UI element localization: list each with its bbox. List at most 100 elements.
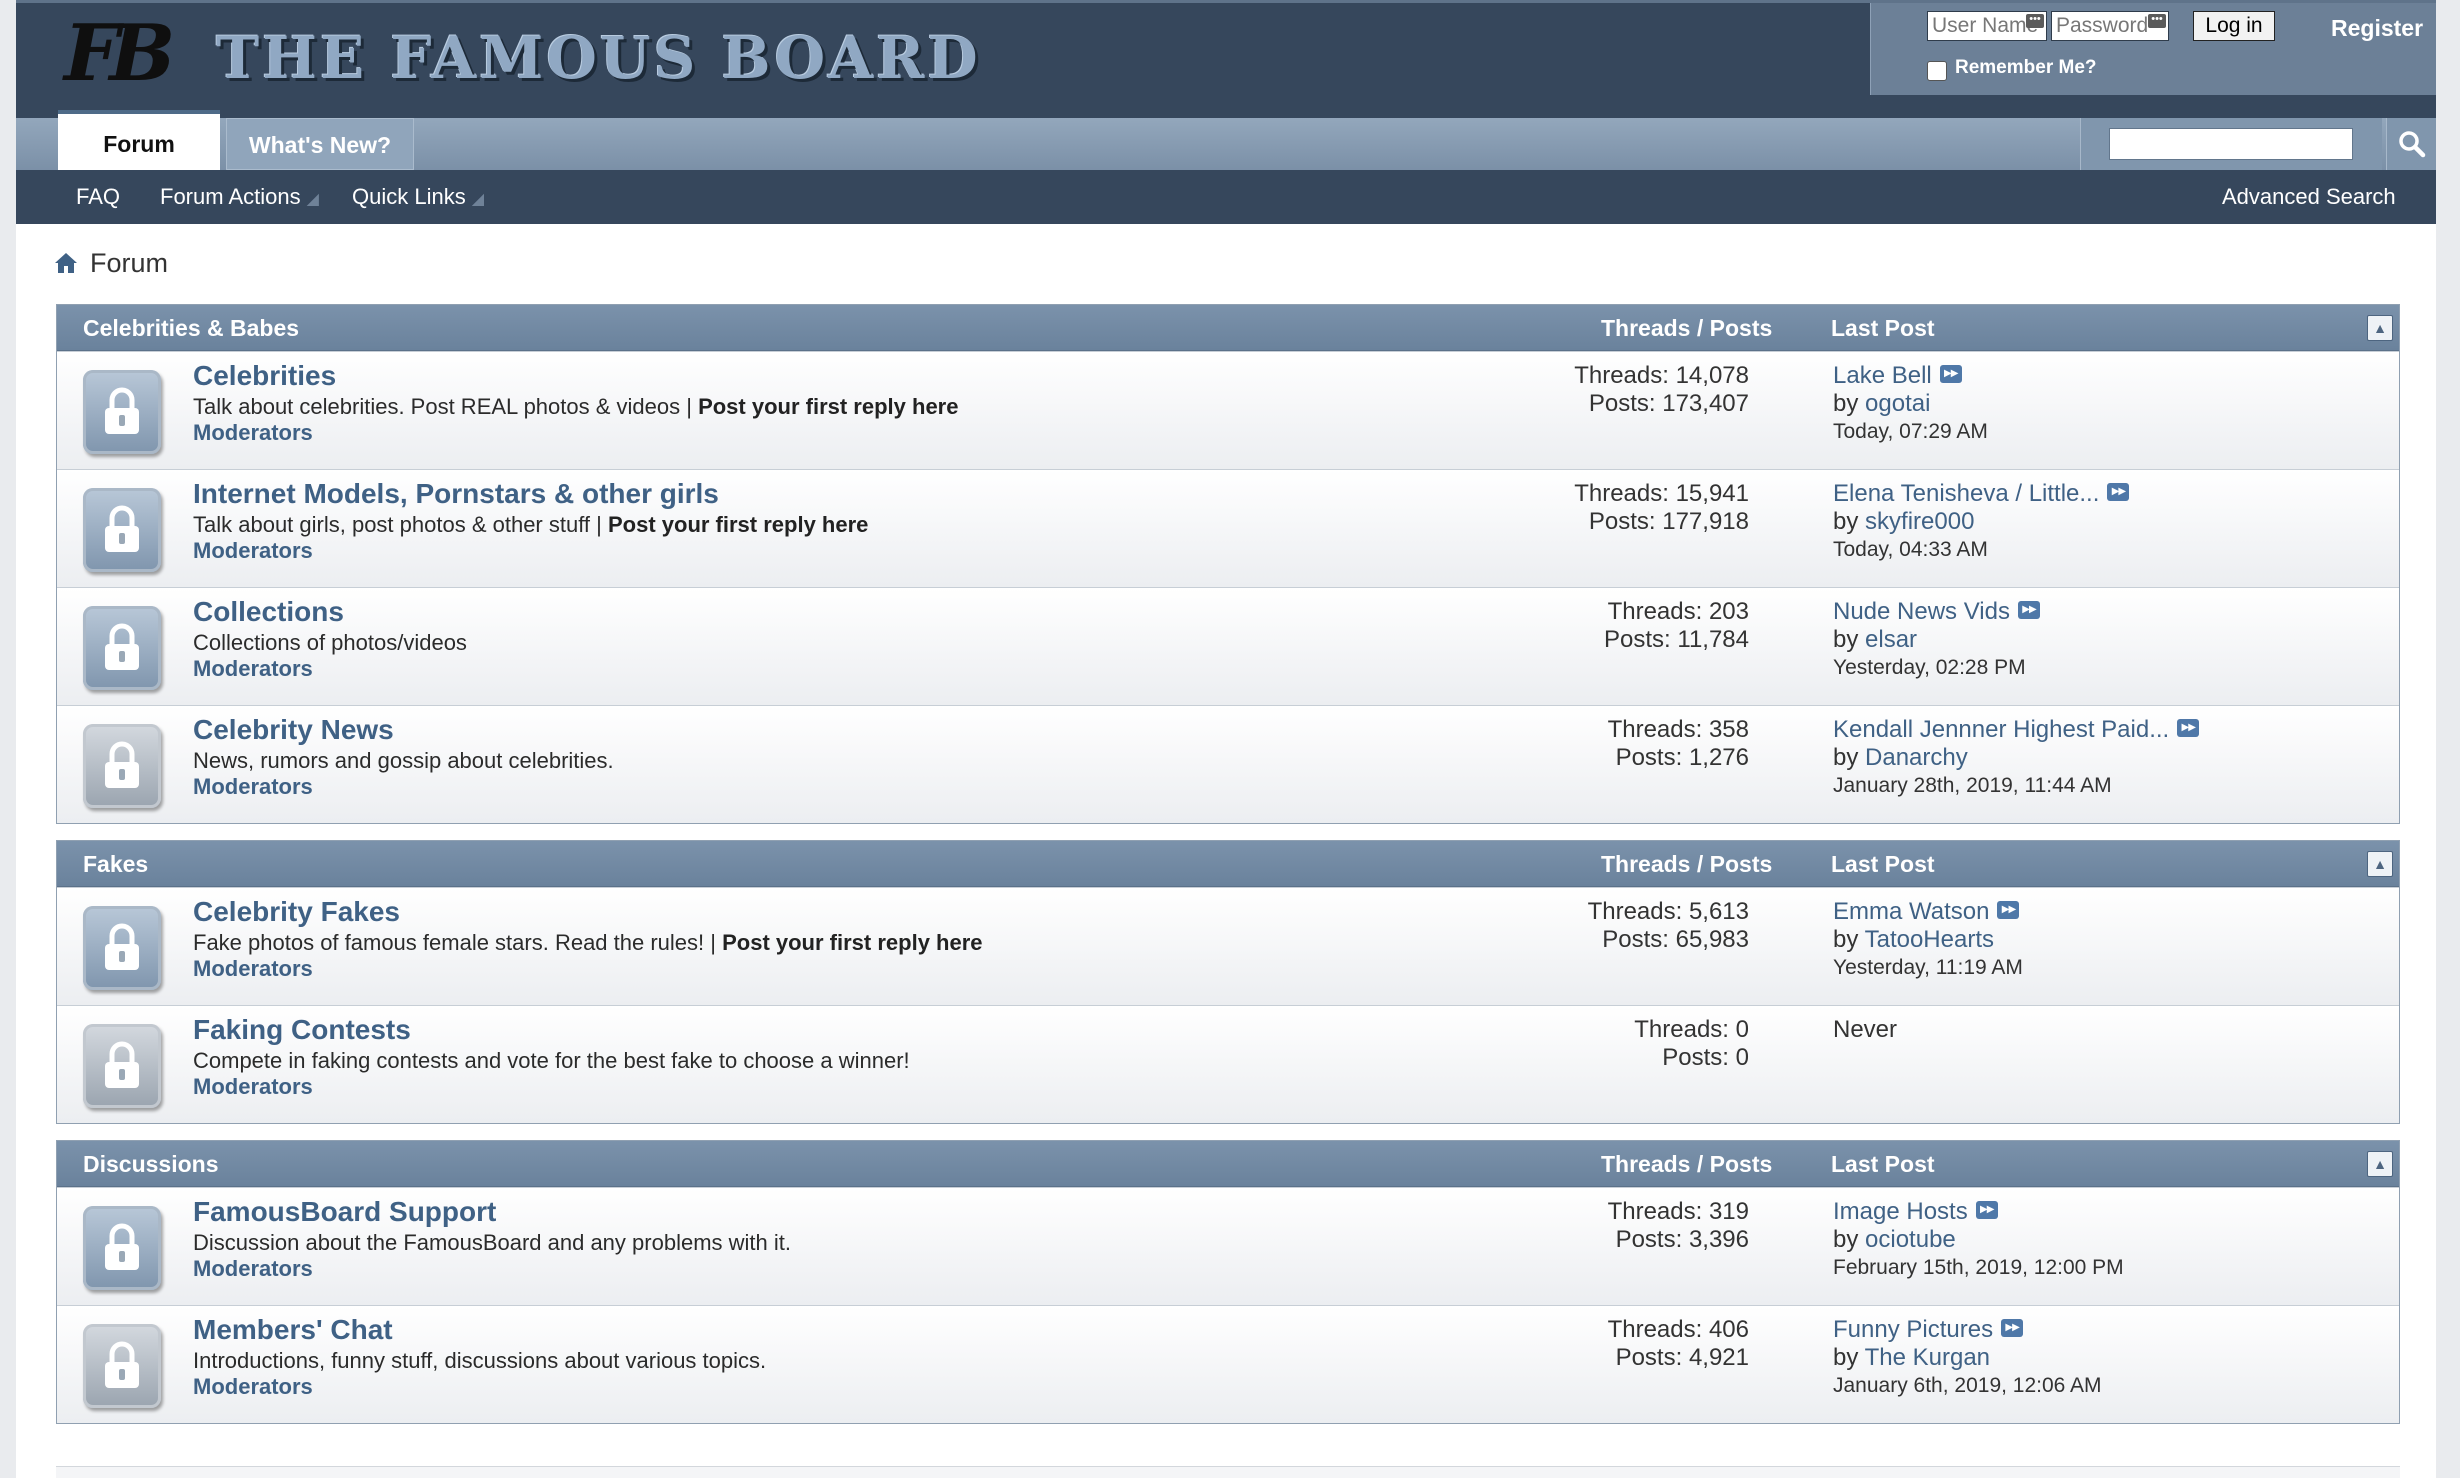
remember-me-checkbox[interactable] [1927,61,1947,81]
nav-advanced-search-label: Advanced Search [2222,184,2396,209]
forum-title-link[interactable]: Celebrity News [193,714,394,746]
go-to-post-icon[interactable]: ▶▶ [1975,1200,1998,1219]
last-post-user-link[interactable]: TatooHearts [1865,926,1994,953]
moderators-link[interactable]: Moderators [193,1256,313,1282]
forum-title-link[interactable]: Internet Models, Pornstars & other girls [193,478,719,510]
forum-status-icon [83,488,161,572]
last-post-thread-link[interactable]: Emma Watson [1833,898,1989,925]
last-post-thread-link[interactable]: Funny Pictures [1833,1316,1993,1343]
forum-title-link[interactable]: Celebrities [193,360,336,392]
forum-title-link[interactable]: Collections [193,596,344,628]
forum-row: Celebrity Fakes Fake photos of famous fem… [57,887,2399,1005]
forum-stats: Threads: 15,941 Posts: 177,918 [1574,480,1749,536]
breadcrumb-forum[interactable]: Forum [90,248,168,278]
password-field[interactable]: Password ••• [2051,11,2169,41]
first-reply-link[interactable]: Post your first reply here [698,394,958,419]
thread-count: Threads: 358 [1607,716,1749,743]
forum-description: Discussion about the FamousBoard and any… [193,1230,791,1256]
thread-count: Threads: 203 [1607,598,1749,625]
moderators-link[interactable]: Moderators [193,656,313,682]
last-post-thread-link[interactable]: Kendall Jennner Highest Paid... [1833,716,2169,743]
site-header: FB THE FAMOUS BOARD User Name ••• Passwo… [16,0,2436,118]
forum-stats: Threads: 203 Posts: 11,784 [1604,598,1749,654]
last-post: Nude News Vids ▶▶ by elsar Yesterday, 02:28… [1833,598,2040,682]
last-post-user-link[interactable]: ociotube [1865,1226,1956,1253]
post-count: Posts: 1,276 [1615,744,1749,771]
moderators-link[interactable]: Moderators [193,956,313,982]
forum-description-text: News, rumors and gossip about celebritie… [193,748,614,773]
collapse-icon[interactable]: ▲ [2367,851,2393,877]
forum-title-link[interactable]: FamousBoard Support [193,1196,496,1228]
last-post-by-label: by [1833,744,1859,771]
forum-description-text: Talk about girls, post photos & other st… [193,512,608,537]
site-logo-mark[interactable]: FB [64,11,184,97]
lock-icon [105,623,139,670]
go-to-post-icon[interactable]: ▶▶ [2177,718,2200,737]
nav-quick-links[interactable]: Quick Links ◢ [352,184,484,210]
collapse-icon[interactable]: ▲ [2367,1151,2393,1177]
thread-count: Threads: 5,613 [1587,898,1749,925]
moderators-link[interactable]: Moderators [193,420,313,446]
last-post-user-link[interactable]: ogotai [1865,390,1930,417]
forum-status-icon [83,906,161,990]
threads-posts-header: Threads / Posts [1601,315,1773,341]
password-placeholder: Password [2056,14,2149,37]
forum-status-icon [83,370,161,454]
last-post-user-link[interactable]: Danarchy [1865,744,1968,771]
last-post-user-link[interactable]: elsar [1865,626,1917,653]
forum-description: Talk about girls, post photos & other st… [193,512,868,538]
search-input[interactable] [2109,128,2353,160]
section-title[interactable]: Discussions [83,1151,219,1178]
last-post-thread-link[interactable]: Nude News Vids [1833,598,2010,625]
forum-section: Celebrities & Babes Threads / Posts Last P… [56,304,2400,824]
last-post-thread-link[interactable]: Image Hosts [1833,1198,1968,1225]
first-reply-link[interactable]: Post your first reply here [722,930,982,955]
post-count: Posts: 3,396 [1615,1226,1749,1253]
moderators-link[interactable]: Moderators [193,1074,313,1100]
forum-status-icon [83,1324,161,1408]
nav-faq[interactable]: FAQ [76,184,120,210]
moderators-link[interactable]: Moderators [193,774,313,800]
forum-section: Discussions Threads / Posts Last Post ▲ Famo… [56,1140,2400,1424]
go-to-post-icon[interactable]: ▶▶ [2001,1318,2024,1337]
nav-advanced-search[interactable]: Advanced Search [2222,184,2396,210]
last-post-by-label: by [1833,1226,1859,1253]
first-reply-link[interactable]: Post your first reply here [608,512,868,537]
last-post-thread-link[interactable]: Elena Tenisheva / Little... [1833,480,2099,507]
moderators-link[interactable]: Moderators [193,1374,313,1400]
forum-title-link[interactable]: Members' Chat [193,1314,393,1346]
login-button[interactable]: Log in [2193,11,2275,41]
register-link[interactable]: Register [2331,15,2423,42]
forum-description-text: Fake photos of famous female stars. Read… [193,930,723,955]
tab-whats-new[interactable]: What's New? [226,118,414,170]
go-to-post-icon[interactable]: ▶▶ [2107,482,2130,501]
forum-status-icon [83,724,161,808]
site-logo-text[interactable]: THE FAMOUS BOARD [216,23,981,93]
breadcrumb: Forum [54,248,168,280]
last-post-user-link[interactable]: The Kurgan [1865,1344,1990,1371]
nav-forum-actions[interactable]: Forum Actions ◢ [160,184,319,210]
moderators-link[interactable]: Moderators [193,538,313,564]
remember-me-label[interactable]: Remember Me? [1955,57,2097,79]
home-icon[interactable] [54,251,78,275]
lock-icon [105,387,139,434]
search-button[interactable] [2386,118,2436,170]
nav-forum-actions-label: Forum Actions [160,184,301,209]
go-to-post-icon[interactable]: ▶▶ [1939,364,1962,383]
forum-stats: Threads: 406 Posts: 4,921 [1608,1316,1749,1372]
collapse-icon[interactable]: ▲ [2367,315,2393,341]
last-post-user-link[interactable]: skyfire000 [1865,508,1974,535]
last-post-thread-link[interactable]: Lake Bell [1833,362,1932,389]
go-to-post-icon[interactable]: ▶▶ [2017,600,2040,619]
go-to-post-icon[interactable]: ▶▶ [1997,900,2020,919]
thread-count: Threads: 406 [1607,1316,1749,1343]
tab-forum[interactable]: Forum [58,110,220,170]
section-title[interactable]: Celebrities & Babes [83,315,299,342]
forum-title-link[interactable]: Faking Contests [193,1014,411,1046]
section-title[interactable]: Fakes [83,851,148,878]
threads-posts-header: Threads / Posts [1601,1151,1773,1177]
forum-stats: Threads: 319 Posts: 3,396 [1608,1198,1749,1254]
forum-title-link[interactable]: Celebrity Fakes [193,896,400,928]
username-field[interactable]: User Name ••• [1927,11,2047,41]
last-post-date: Yesterday, 02:28 PM [1833,656,2026,679]
